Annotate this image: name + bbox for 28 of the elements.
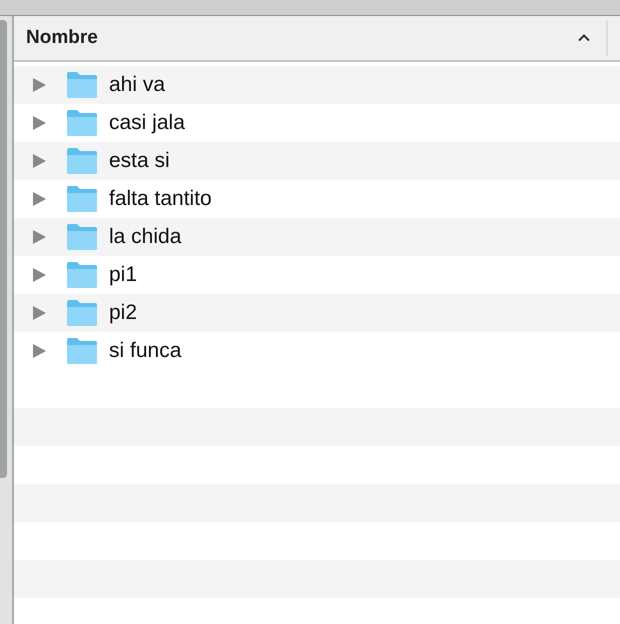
folder-name[interactable]: pi2 <box>109 301 138 325</box>
folder-name[interactable]: pi1 <box>109 263 138 287</box>
disclosure-triangle-icon[interactable] <box>32 77 46 93</box>
column-header[interactable]: Nombre <box>14 16 620 62</box>
folder-name[interactable]: falta tantito <box>109 187 212 211</box>
folder-name[interactable]: ahi va <box>109 73 166 97</box>
folder-name[interactable]: la chida <box>109 225 182 249</box>
folder-icon <box>66 262 98 288</box>
sort-chevron-icon[interactable] <box>576 33 592 43</box>
folder-icon <box>66 186 98 212</box>
folder-icon <box>66 72 98 98</box>
disclosure-triangle-icon[interactable] <box>32 153 46 169</box>
disclosure-triangle-icon[interactable] <box>32 115 46 131</box>
disclosure-triangle-icon[interactable] <box>32 191 46 207</box>
disclosure-triangle-icon[interactable] <box>32 229 46 245</box>
scrollbar-thumb[interactable] <box>0 20 7 478</box>
folder-name[interactable]: esta si <box>109 149 170 173</box>
folder-icon <box>66 148 98 174</box>
disclosure-triangle-icon[interactable] <box>32 305 46 321</box>
folder-icon <box>66 300 98 326</box>
disclosure-triangle-icon[interactable] <box>32 267 46 283</box>
folder-name[interactable]: casi jala <box>109 111 185 135</box>
column-title: Nombre <box>26 27 99 49</box>
folder-icon <box>66 224 98 250</box>
folder-name[interactable]: si funca <box>109 339 182 363</box>
folder-icon <box>66 110 98 136</box>
disclosure-triangle-icon[interactable] <box>32 343 46 359</box>
folder-icon <box>66 338 98 364</box>
